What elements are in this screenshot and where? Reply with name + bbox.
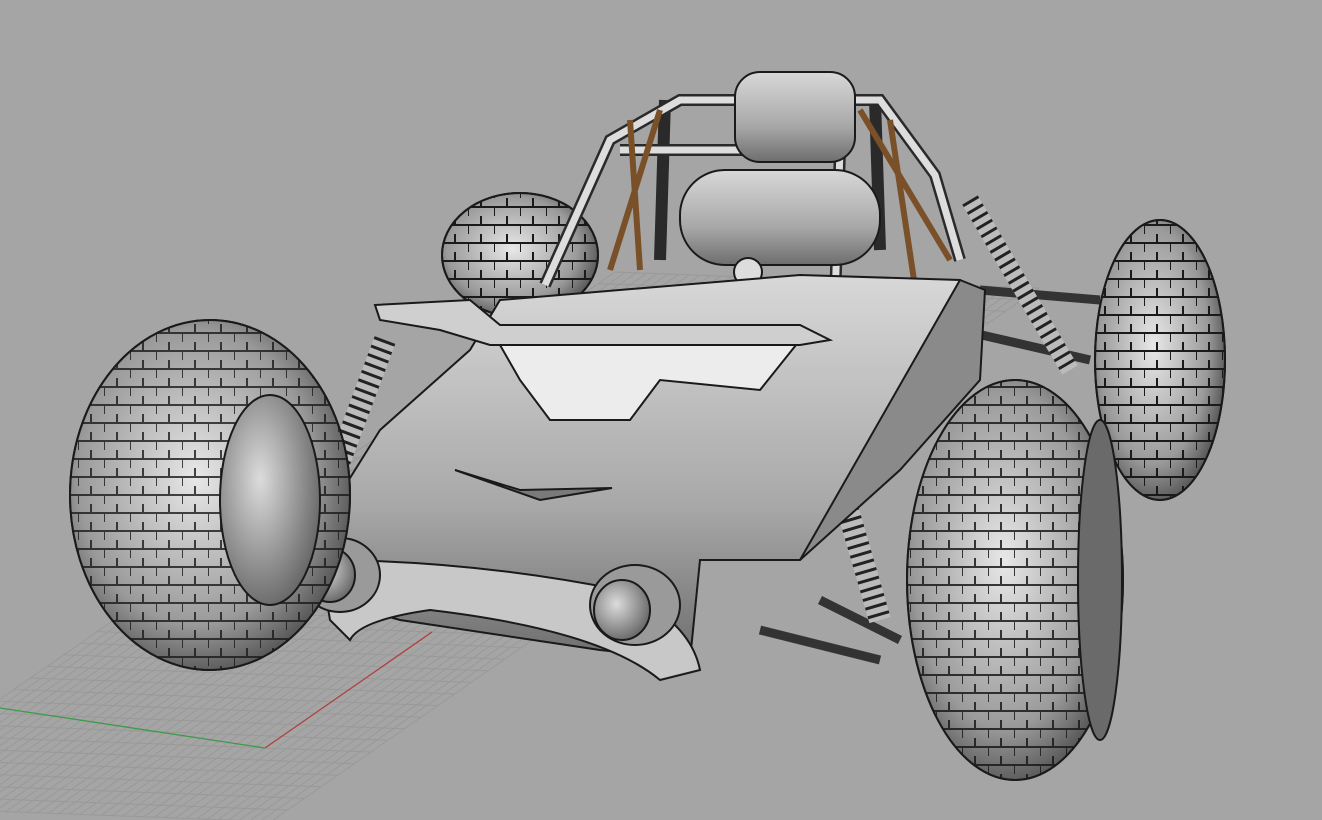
headlight-right bbox=[589, 564, 681, 646]
front-right-wheel bbox=[906, 379, 1124, 781]
viewport-canvas[interactable] bbox=[0, 0, 1322, 820]
3d-viewport[interactable] bbox=[0, 0, 1322, 820]
front-left-hub bbox=[219, 394, 321, 606]
seat-back bbox=[734, 71, 856, 163]
fuel-tank bbox=[679, 169, 881, 266]
x-axis-line bbox=[264, 631, 433, 749]
front-left-wheel bbox=[69, 319, 351, 671]
